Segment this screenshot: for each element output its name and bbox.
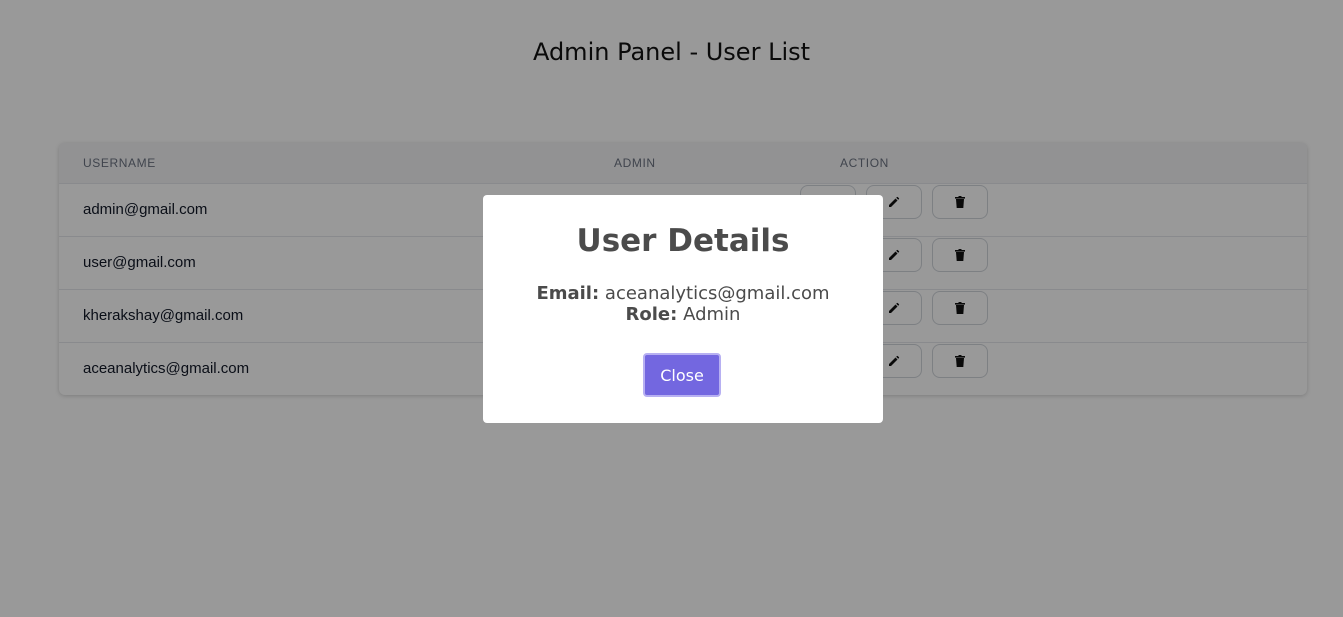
email-detail: Email: aceanalytics@gmail.com — [483, 283, 883, 304]
role-label: Role: — [625, 304, 678, 325]
role-value: Admin — [683, 304, 741, 325]
user-details-modal: User Details Email: aceanalytics@gmail.c… — [483, 195, 883, 423]
modal-title: User Details — [576, 223, 790, 259]
role-detail: Role: Admin — [483, 304, 883, 325]
close-button[interactable]: Close — [643, 353, 721, 397]
email-label: Email: — [536, 283, 600, 304]
email-value: aceanalytics@gmail.com — [604, 283, 830, 304]
